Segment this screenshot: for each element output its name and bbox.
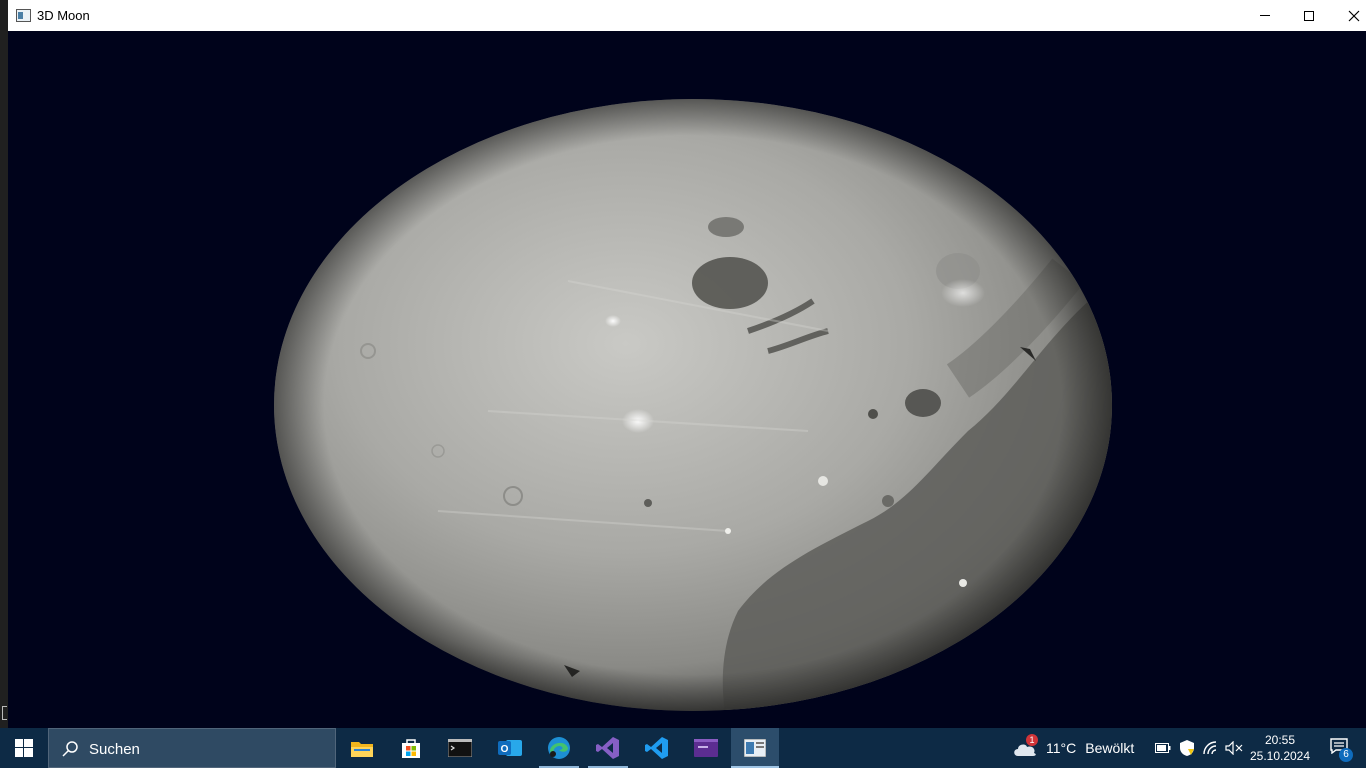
- taskbar-vscode[interactable]: [633, 728, 681, 768]
- weather-temperature: 11°C: [1046, 740, 1077, 756]
- moon-render-canvas[interactable]: [8, 31, 1366, 728]
- close-icon: [1348, 10, 1360, 21]
- svg-text:O: O: [501, 744, 509, 755]
- 3d-moon-app-icon: [744, 739, 766, 757]
- weather-badge: 1: [1026, 734, 1038, 746]
- search-icon: [62, 741, 78, 757]
- notification-icon: 6: [1330, 738, 1353, 762]
- visual-studio-icon: [596, 737, 619, 759]
- weather-description: Bewölkt: [1085, 740, 1135, 756]
- wifi-icon[interactable]: [1199, 728, 1223, 768]
- cloud-icon: 1: [1012, 734, 1038, 758]
- minimize-icon: [1260, 15, 1270, 16]
- desktop-background: [0, 0, 8, 728]
- close-button[interactable]: [1331, 0, 1366, 31]
- maximize-icon: [1304, 10, 1314, 21]
- store-icon: [402, 739, 420, 758]
- windows-logo-icon: [15, 739, 33, 757]
- window-title: 3D Moon: [37, 8, 90, 23]
- taskbar-microsoft-store[interactable]: [387, 728, 435, 768]
- folder-icon: [351, 742, 373, 757]
- taskbar-outlook[interactable]: O: [486, 728, 534, 768]
- taskbar-file-explorer[interactable]: [338, 728, 386, 768]
- clock-time: 20:55: [1264, 733, 1296, 747]
- app-launcher-icon: [694, 739, 718, 757]
- terminal-icon: [448, 739, 472, 757]
- start-button[interactable]: [0, 728, 48, 768]
- minimize-button[interactable]: [1242, 0, 1288, 31]
- battery-icon[interactable]: [1151, 728, 1175, 768]
- weather-widget[interactable]: 1 11°C Bewölkt: [1012, 728, 1134, 768]
- taskbar-edge[interactable]: [535, 728, 583, 768]
- notification-count-badge: 6: [1339, 748, 1353, 762]
- app-window-icon[interactable]: [16, 9, 31, 22]
- search-placeholder: Suchen: [89, 741, 140, 758]
- maximize-button[interactable]: [1286, 0, 1332, 31]
- edge-icon: [548, 737, 570, 759]
- taskbar-terminal[interactable]: [436, 728, 484, 768]
- security-shield-icon[interactable]: [1175, 728, 1199, 768]
- taskbar-search-box[interactable]: Suchen: [48, 728, 336, 768]
- taskbar-clock[interactable]: 20:55 25.10.2024: [1246, 732, 1314, 764]
- notification-center-button[interactable]: 6: [1320, 728, 1360, 768]
- taskbar-3d-moon[interactable]: [731, 728, 779, 768]
- clock-date: 25.10.2024: [1249, 749, 1311, 763]
- taskbar: Suchen O 1 11°C Bewölkt 20:55 25.10.2024…: [0, 728, 1366, 768]
- desktop-window-edge: [2, 706, 7, 720]
- taskbar-visual-studio[interactable]: [584, 728, 632, 768]
- title-bar[interactable]: 3D Moon: [8, 0, 1366, 31]
- volume-muted-icon[interactable]: [1222, 728, 1246, 768]
- outlook-icon: O: [498, 740, 522, 756]
- vscode-icon: [645, 737, 668, 759]
- taskbar-app-launcher[interactable]: [682, 728, 730, 768]
- moon-app-window: 3D Moon: [8, 0, 1366, 728]
- moon-sphere: [274, 99, 1112, 711]
